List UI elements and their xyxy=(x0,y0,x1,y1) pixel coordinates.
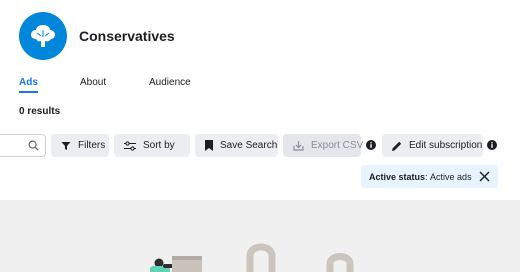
search-input[interactable] xyxy=(0,134,46,157)
person-illustration xyxy=(150,256,202,272)
info-icon[interactable] xyxy=(366,140,376,150)
save-search-button[interactable]: Save Search xyxy=(195,134,278,157)
empty-state-area xyxy=(0,200,520,272)
filters-button[interactable]: Filters xyxy=(51,134,109,157)
close-icon[interactable] xyxy=(479,171,490,182)
page-header: Conservatives xyxy=(19,12,175,60)
results-count: 0 results xyxy=(19,106,61,117)
lock-shackle-left xyxy=(246,243,276,272)
active-tab-indicator xyxy=(19,91,38,93)
sliders-icon xyxy=(124,140,136,151)
export-csv-label: Export CSV xyxy=(311,140,364,151)
bookmark-icon xyxy=(205,140,213,151)
empty-state-illustration xyxy=(150,243,354,272)
lock-shackle-right xyxy=(326,253,354,272)
tab-about[interactable]: About xyxy=(80,77,106,88)
page-logo[interactable] xyxy=(19,12,67,60)
export-csv-button[interactable]: Export CSV xyxy=(283,134,364,157)
edit-subscription-label: Edit subscription xyxy=(409,140,483,151)
search-icon xyxy=(28,140,39,151)
status-value: Active ads xyxy=(430,171,472,182)
pencil-icon xyxy=(392,141,402,151)
tab-audience[interactable]: Audience xyxy=(149,77,191,88)
edit-subscription-button[interactable]: Edit subscription xyxy=(382,134,483,157)
status-key: Active status xyxy=(369,171,426,182)
sort-by-button[interactable]: Sort by xyxy=(114,134,190,157)
filters-label: Filters xyxy=(78,140,106,151)
info-icon[interactable] xyxy=(487,140,497,150)
download-icon xyxy=(293,141,304,151)
active-status-chip: Active status: Active ads xyxy=(361,165,498,188)
tab-ads[interactable]: Ads xyxy=(19,77,38,88)
sort-by-label: Sort by xyxy=(143,140,175,151)
save-search-label: Save Search xyxy=(220,140,278,151)
tree-icon xyxy=(31,25,55,47)
filter-icon xyxy=(61,141,71,150)
page-title: Conservatives xyxy=(79,28,175,44)
